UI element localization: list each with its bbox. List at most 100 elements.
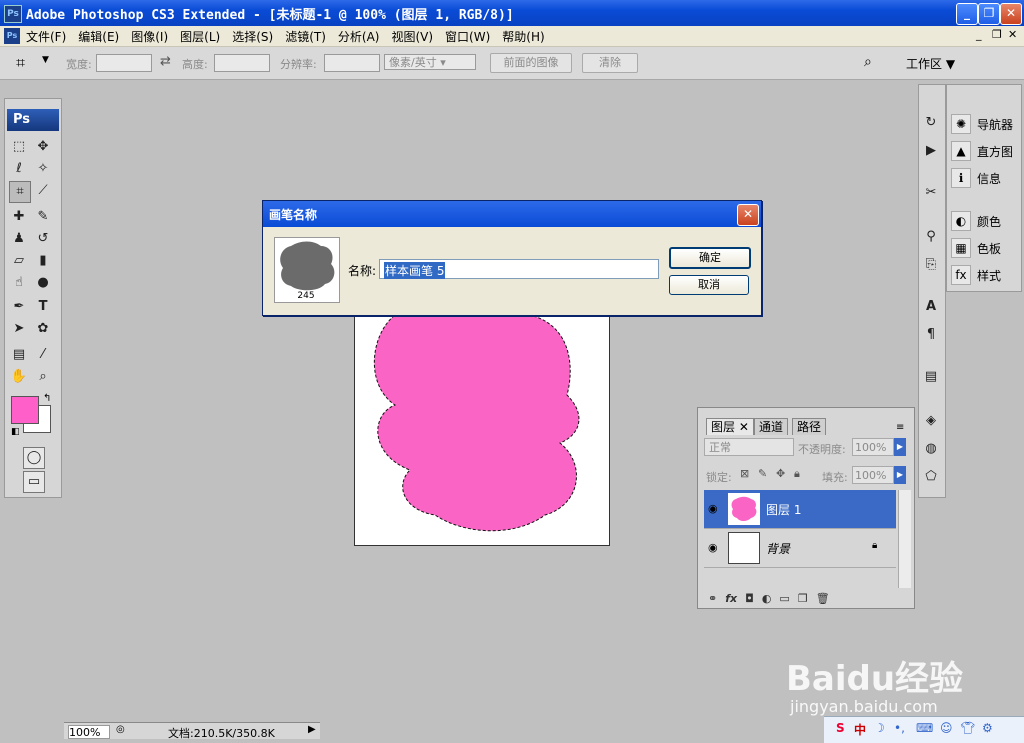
menu-help[interactable]: 帮助(H) <box>502 28 544 45</box>
fill-input[interactable]: 100% <box>852 466 894 484</box>
clone-stamp-icon[interactable]: ♟ <box>9 229 29 249</box>
dialog-close-button[interactable]: ✕ <box>737 204 759 226</box>
shape-tool-icon[interactable]: ✿ <box>33 319 53 339</box>
menu-window[interactable]: 窗口(W) <box>445 28 490 45</box>
crop-tool-icon[interactable]: ⌗ <box>16 53 25 73</box>
layer-row-background[interactable]: ◉ 背景 🔒︎ <box>704 529 896 568</box>
lock-all-icon[interactable]: 🔒︎ <box>794 467 800 481</box>
histogram-panel[interactable]: ▲ 直方图 <box>951 140 1013 162</box>
clone-source-icon[interactable]: ⎘ <box>921 255 941 275</box>
swap-colors-icon[interactable]: ↰ <box>43 393 51 404</box>
menu-filter[interactable]: 滤镜(T) <box>285 28 326 45</box>
type-tool-icon[interactable]: T <box>33 297 53 317</box>
menu-view[interactable]: 视图(V) <box>391 28 433 45</box>
hand-tool-icon[interactable]: ✋ <box>9 367 29 387</box>
history-panel-icon[interactable]: ↻ <box>921 113 941 133</box>
link-layers-icon[interactable]: ⚭ <box>708 592 717 605</box>
new-layer-icon[interactable]: ❐ <box>798 592 808 605</box>
brush-name-input[interactable]: 样本画笔 5 <box>379 259 659 279</box>
document-canvas[interactable] <box>354 304 610 546</box>
bridge-icon[interactable]: ⌕ <box>864 54 888 72</box>
eyedropper-tool-icon[interactable]: ⁄ <box>33 345 53 365</box>
menu-layer[interactable]: 图层(L) <box>180 28 220 45</box>
lock-position-icon[interactable]: ✥ <box>776 467 785 480</box>
doc-close-icon[interactable]: ✕ <box>1008 28 1017 41</box>
pen-tool-icon[interactable]: ✒ <box>9 297 29 317</box>
color-panel[interactable]: ◐ 颜色 <box>951 210 1001 232</box>
doc-icon[interactable]: Ps <box>4 28 20 44</box>
character-panel-icon[interactable]: A <box>921 297 941 317</box>
add-mask-icon[interactable]: ◘ <box>745 592 754 605</box>
navigator-panel[interactable]: ✺ 导航器 <box>951 113 1013 135</box>
status-menu-arrow-icon[interactable]: ▶ <box>308 724 316 735</box>
default-colors-icon[interactable]: ◧ <box>11 427 20 437</box>
front-image-button[interactable]: 前面的图像 <box>490 53 572 73</box>
doc-minimize-icon[interactable]: _ <box>976 28 982 41</box>
paths-panel-icon[interactable]: ⬠ <box>921 467 941 487</box>
slice-tool-icon[interactable]: ⟋ <box>33 181 53 201</box>
ime-settings-icon[interactable]: ⚙ <box>982 721 993 735</box>
history-brush-icon[interactable]: ↺ <box>33 229 53 249</box>
opacity-input[interactable]: 100% <box>852 438 894 456</box>
zoom-tool-icon[interactable]: ⌕ <box>33 367 53 387</box>
brushes-panel-icon[interactable]: ⚲ <box>921 227 941 247</box>
ime-symbol-icon[interactable]: •, <box>894 721 905 735</box>
cancel-button[interactable]: 取消 <box>669 275 749 295</box>
eraser-tool-icon[interactable]: ▱ <box>9 251 29 271</box>
smudge-tool-icon[interactable]: ☝ <box>9 273 29 293</box>
quick-mask-icon[interactable]: ◯ <box>23 447 45 469</box>
crop-tool-icon[interactable]: ⌗ <box>9 181 31 203</box>
zoom-field[interactable]: 100% <box>68 725 110 739</box>
opacity-arrow-icon[interactable]: ▶ <box>894 438 906 456</box>
fill-arrow-icon[interactable]: ▶ <box>894 466 906 484</box>
clear-button[interactable]: 清除 <box>582 53 638 73</box>
ime-mode-icon[interactable]: 中 <box>854 721 866 738</box>
adjustment-layer-icon[interactable]: ◐ <box>762 592 772 605</box>
height-input[interactable] <box>214 54 270 72</box>
delete-layer-icon[interactable]: 🗑︎ <box>816 592 830 605</box>
paragraph-panel-icon[interactable]: ¶ <box>921 325 941 345</box>
screen-mode-icon[interactable]: ▭ <box>23 471 45 493</box>
foreground-color-swatch[interactable] <box>11 396 39 424</box>
gradient-tool-icon[interactable]: ▮ <box>33 251 53 271</box>
ime-punct-icon[interactable]: ☽ <box>874 721 885 735</box>
layers-panel-icon[interactable]: ◈ <box>921 411 941 431</box>
brush-tool-icon[interactable]: ✎ <box>33 207 53 227</box>
styles-panel[interactable]: fx 样式 <box>951 264 1001 286</box>
tab-channels[interactable]: 通道 <box>754 418 789 435</box>
ime-user-icon[interactable]: ☺ <box>940 721 953 735</box>
channels-panel-icon[interactable]: ◍ <box>921 439 941 459</box>
minimize-button[interactable]: _ <box>956 3 978 25</box>
lock-pixels-icon[interactable]: ✎ <box>758 467 767 480</box>
visibility-eye-icon[interactable]: ◉ <box>708 541 718 554</box>
move-tool-icon[interactable]: ✥ <box>33 137 53 157</box>
dodge-tool-icon[interactable]: ● <box>33 273 53 293</box>
menu-image[interactable]: 图像(I) <box>131 28 168 45</box>
doc-restore-icon[interactable]: ❐ <box>992 28 1002 41</box>
marquee-tool-icon[interactable]: ⬚ <box>9 137 29 157</box>
tool-preset-arrow-icon[interactable]: ▼ <box>42 55 49 65</box>
tab-paths[interactable]: 路径 <box>792 418 827 435</box>
ime-logo-icon[interactable]: S <box>836 721 845 735</box>
layer-style-icon[interactable]: fx <box>725 592 737 605</box>
unit-select[interactable]: 像素/英寸 ▾ <box>384 54 476 70</box>
path-selection-icon[interactable]: ➤ <box>9 319 29 339</box>
info-panel[interactable]: ℹ 信息 <box>951 167 1001 189</box>
tab-layers[interactable]: 图层 ✕ <box>706 418 754 435</box>
restore-button[interactable]: ❐ <box>978 3 1000 25</box>
width-input[interactable] <box>96 54 152 72</box>
menu-edit[interactable]: 编辑(E) <box>78 28 119 45</box>
status-icon[interactable]: ◎ <box>116 724 125 735</box>
ok-button[interactable]: 确定 <box>669 247 751 269</box>
resolution-input[interactable] <box>324 54 380 72</box>
tool-presets-icon[interactable]: ✂ <box>921 183 941 203</box>
lock-transparency-icon[interactable]: ⊠ <box>740 467 749 480</box>
layer-comps-icon[interactable]: ▤ <box>921 367 941 387</box>
new-group-icon[interactable]: ▭ <box>779 592 789 605</box>
close-button[interactable]: ✕ <box>1000 3 1022 25</box>
layer-row-layer1[interactable]: ◉ 图层 1 <box>704 490 896 529</box>
menu-analysis[interactable]: 分析(A) <box>338 28 380 45</box>
swatches-panel[interactable]: ▦ 色板 <box>951 237 1001 259</box>
swap-icon[interactable]: ⇄ <box>160 54 171 69</box>
magic-wand-tool-icon[interactable]: ✧ <box>33 159 53 179</box>
